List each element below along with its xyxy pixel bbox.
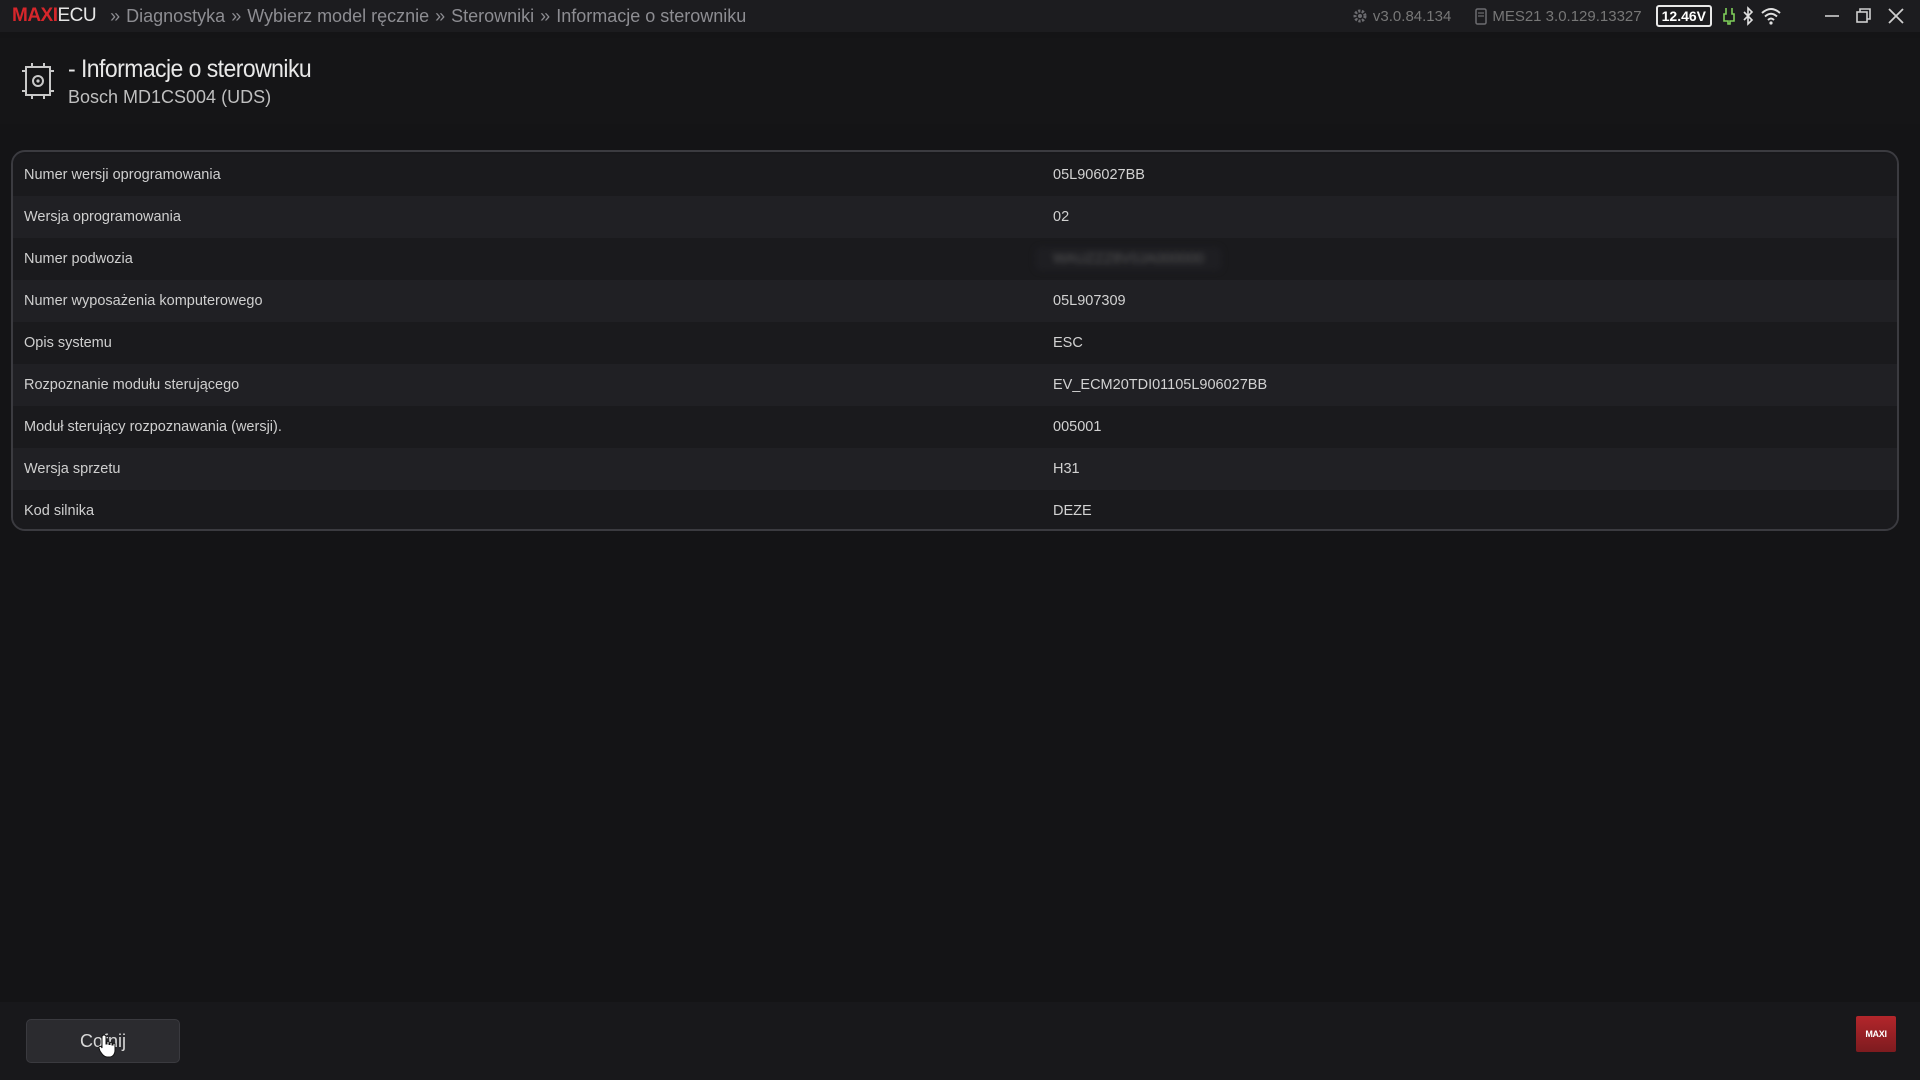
row-label: Rozpoznanie modułu sterującego	[24, 377, 240, 393]
table-row: Rozpoznanie modułu sterującego EV_ECM20T…	[13, 364, 1897, 406]
breadcrumb-informacje: Informacje o sterowniku	[556, 5, 747, 26]
restore-icon	[1856, 8, 1871, 23]
breadcrumb: » Diagnostyka » Wybierz model ręcznie » …	[104, 6, 746, 27]
row-value: EV_ECM20TDI01105L906027BB	[1053, 377, 1268, 393]
vin-value-blurred: WAUZZZ8V0JA000000	[1035, 247, 1222, 271]
window-controls	[1816, 0, 1912, 32]
table-row: Wersja sprzetu H31	[13, 448, 1897, 490]
voltage-badge: 12.46V	[1655, 5, 1712, 27]
gear-icon	[1353, 9, 1367, 23]
page-header: - Informacje o sterowniku Bosch MD1CS004…	[0, 38, 1920, 124]
table-row: Numer wersji oprogramowania 05L906027BB	[13, 154, 1897, 196]
wifi-icon	[1761, 8, 1781, 25]
row-value: 02	[1053, 209, 1070, 225]
minimize-icon	[1825, 15, 1839, 17]
maximize-button[interactable]	[1848, 0, 1880, 32]
maxi-logo: MAXI	[1856, 1016, 1896, 1052]
row-label: Moduł sterujący rozpoznawania (wersji).	[24, 419, 282, 435]
row-label: Kod silnika	[24, 503, 95, 519]
row-value: ESC	[1053, 335, 1083, 351]
app-version: v3.0.84.134	[1352, 8, 1451, 25]
row-value: 05L907309	[1053, 293, 1126, 309]
breadcrumb-sterowniki[interactable]: Sterowniki	[451, 6, 534, 27]
row-value: DEZE	[1053, 503, 1092, 519]
breadcrumb-wybierz-model[interactable]: Wybierz model ręcznie	[247, 6, 429, 27]
app-version-text: v3.0.84.134	[1372, 7, 1452, 25]
minimize-button[interactable]	[1816, 0, 1848, 32]
footer-bar: Cofnij MAXI	[0, 1002, 1920, 1080]
device-version: MES21 3.0.129.13327	[1475, 7, 1642, 25]
breadcrumb-separator: »	[435, 5, 446, 26]
row-label: Opis systemu	[24, 335, 112, 351]
breadcrumb-diagnostyka[interactable]: Diagnostyka	[126, 6, 225, 27]
table-row: Moduł sterujący rozpoznawania (wersji). …	[13, 406, 1897, 448]
row-value: 05L906027BB	[1053, 167, 1145, 183]
table-row: Kod silnika DEZE	[13, 490, 1897, 529]
device-icon	[1475, 7, 1488, 25]
device-version-text: MES21 3.0.129.13327	[1492, 7, 1642, 25]
title-bar: MAXI ECU » Diagnostyka » Wybierz model r…	[0, 0, 1920, 32]
controller-info-table: Numer wersji oprogramowania 05L906027BB …	[11, 150, 1899, 531]
breadcrumb-separator: »	[540, 5, 551, 26]
row-label: Numer wyposażenia komputerowego	[24, 293, 263, 309]
mouse-cursor-icon	[98, 1034, 116, 1058]
row-value: 005001	[1053, 419, 1102, 435]
app-logo: MAXI ECU	[12, 5, 97, 27]
close-icon	[1888, 8, 1904, 24]
ecu-module-icon	[22, 63, 54, 99]
breadcrumb-separator: »	[231, 5, 242, 26]
brand-ecu: ECU	[57, 5, 97, 26]
close-button[interactable]	[1880, 0, 1912, 32]
table-row: Numer podwozia WAUZZZ8V0JA000000	[13, 238, 1897, 280]
row-label: Wersja sprzetu	[24, 461, 121, 477]
status-area: v3.0.84.134 MES21 3.0.129.13327 12.46V	[1352, 0, 1912, 32]
page-title: - Informacje o sterowniku	[68, 55, 312, 83]
row-label: Numer podwozia	[24, 251, 133, 267]
row-label: Wersja oprogramowania	[24, 209, 181, 225]
page-subtitle: Bosch MD1CS004 (UDS)	[68, 87, 272, 107]
header-text: - Informacje o sterowniku Bosch MD1CS004…	[68, 54, 332, 108]
table-row: Numer wyposażenia komputerowego 05L90730…	[13, 280, 1897, 322]
table-row: Wersja oprogramowania 02	[13, 196, 1897, 238]
breadcrumb-separator: »	[110, 5, 121, 26]
row-label: Numer wersji oprogramowania	[24, 167, 221, 183]
bluetooth-icon	[1743, 6, 1754, 26]
table-row: Opis systemu ESC	[13, 322, 1897, 364]
obd-connector-icon	[1723, 8, 1735, 25]
row-value: H31	[1053, 461, 1080, 477]
brand-maxi: MAXI	[12, 5, 58, 26]
